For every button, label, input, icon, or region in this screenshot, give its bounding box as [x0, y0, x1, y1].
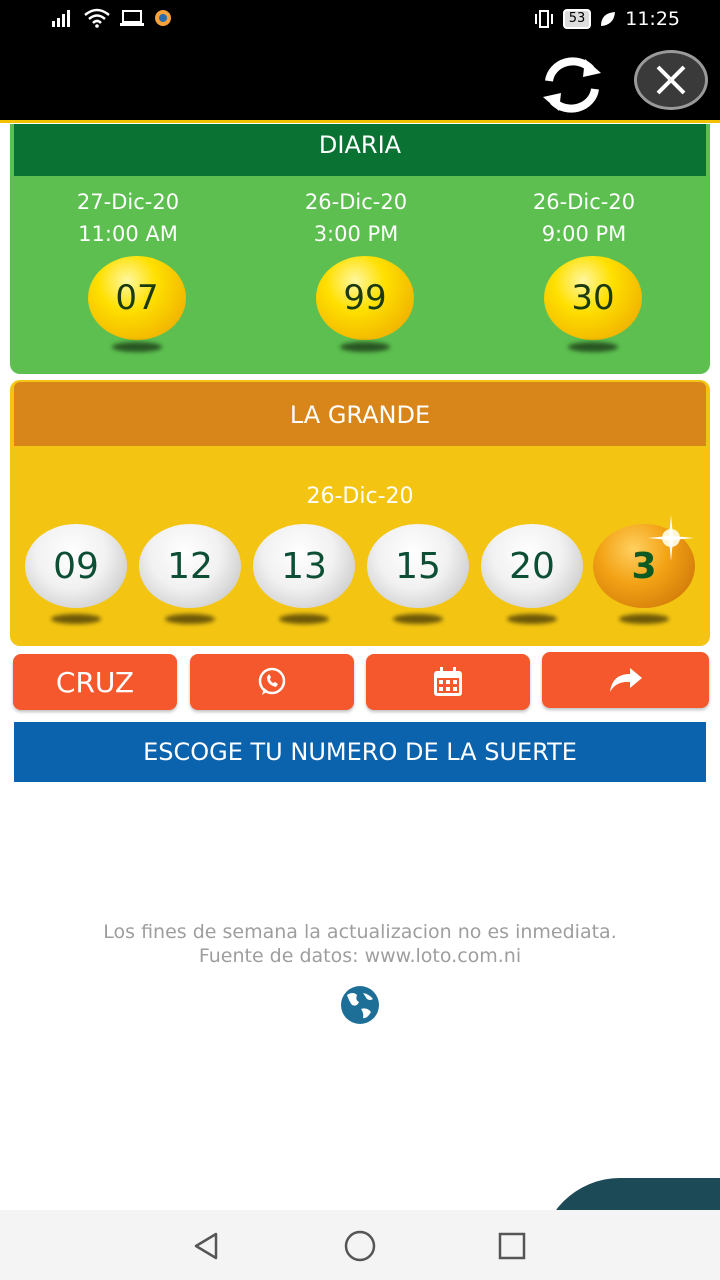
diaria-ball-2: 99	[316, 256, 414, 340]
diaria-draw-2: 26-Dic-20 3:00 PM	[246, 186, 466, 250]
cruz-button[interactable]: CRUZ	[13, 654, 177, 710]
battery-indicator: 53	[562, 9, 592, 29]
ball-shadow	[51, 614, 101, 624]
whatsapp-button[interactable]	[190, 654, 354, 710]
draw-time: 11:00 AM	[78, 222, 178, 246]
la-grande-ball-2: 12	[139, 524, 241, 608]
diaria-ball-1: 07	[88, 256, 186, 340]
whatsapp-icon	[258, 667, 286, 695]
leaf-icon	[601, 12, 616, 26]
draw-date: 26-Dic-20	[304, 190, 408, 214]
status-right-icons: 53 11:25	[533, 8, 680, 30]
signal-icon	[52, 10, 70, 27]
vibrate-icon	[534, 10, 553, 28]
ball-shadow	[619, 614, 669, 624]
calendar-button[interactable]	[366, 654, 530, 710]
la-grande-ball-1: 09	[25, 524, 127, 608]
wifi-icon	[84, 8, 110, 28]
diaria-card: DIARIA 27-Dic-20 11:00 AM 07 26-Dic-20 3…	[10, 124, 710, 374]
share-button[interactable]	[542, 652, 709, 708]
status-bar: 53 11:25	[0, 0, 720, 40]
app-notification-icon	[155, 10, 171, 26]
la-grande-ball-5: 20	[481, 524, 583, 608]
share-icon	[609, 668, 642, 692]
draw-date: 27-Dic-20	[76, 190, 180, 214]
refresh-icon	[543, 57, 601, 113]
ball-shadow	[393, 614, 443, 624]
ball-shadow	[165, 614, 215, 624]
draw-time: 3:00 PM	[313, 222, 399, 246]
home-icon	[344, 1230, 376, 1262]
clock: 11:25	[625, 8, 680, 30]
laptop-icon	[120, 10, 144, 26]
diaria-title: DIARIA	[14, 124, 706, 176]
diaria-draw-3: 26-Dic-20 9:00 PM	[474, 186, 694, 250]
la-grande-card: LA GRANDE 26-Dic-20 09 12 13 15 20 3	[10, 380, 710, 646]
info-line-2[interactable]: Fuente de datos: www.loto.com.ni	[0, 944, 720, 968]
diaria-draw-1: 27-Dic-20 11:00 AM	[18, 186, 238, 250]
system-navigation-bar	[0, 1210, 720, 1280]
info-text: Los fines de semana la actualizacion no …	[0, 920, 720, 968]
diaria-ball-3: 30	[544, 256, 642, 340]
back-button[interactable]	[186, 1226, 226, 1266]
lucky-number-button[interactable]: ESCOGE TU NUMERO DE LA SUERTE	[14, 722, 706, 782]
ball-shadow	[507, 614, 557, 624]
recents-button[interactable]	[492, 1226, 532, 1266]
back-icon	[194, 1232, 218, 1260]
home-button[interactable]	[340, 1226, 380, 1266]
sparkle-icon	[648, 515, 694, 561]
draw-time: 9:00 PM	[541, 222, 627, 246]
ball-shadow	[112, 342, 162, 352]
la-grande-date: 26-Dic-20	[306, 484, 414, 509]
la-grande-ball-3: 13	[253, 524, 355, 608]
draw-date: 26-Dic-20	[532, 190, 636, 214]
calendar-icon	[434, 667, 462, 696]
la-grande-ball-4: 15	[367, 524, 469, 608]
globe-icon[interactable]	[337, 985, 383, 1025]
ball-shadow	[279, 614, 329, 624]
close-button[interactable]	[634, 50, 708, 110]
info-line-1: Los fines de semana la actualizacion no …	[103, 921, 617, 943]
refresh-button[interactable]	[532, 52, 612, 118]
app-toolbar	[0, 40, 720, 123]
recents-icon	[498, 1232, 526, 1260]
la-grande-title: LA GRANDE	[14, 382, 706, 446]
status-left-icons	[52, 8, 172, 28]
ball-shadow	[568, 342, 618, 352]
close-icon	[656, 65, 686, 95]
ball-shadow	[340, 342, 390, 352]
